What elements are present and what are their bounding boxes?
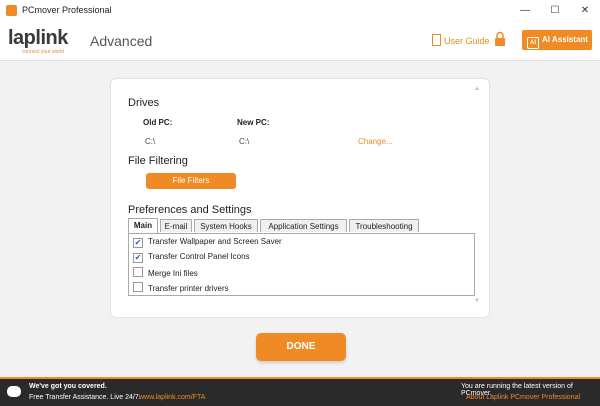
- old-pc-label: Old PC:: [143, 118, 173, 127]
- ai-assistant-label: AI Assistant: [542, 35, 588, 44]
- option-label: Merge Ini files: [148, 269, 198, 278]
- preferences-heading: Preferences and Settings: [128, 204, 252, 216]
- drives-heading: Drives: [128, 97, 160, 109]
- window-title: PCmover Professional: [22, 5, 112, 15]
- option-label: Transfer printer drivers: [148, 284, 229, 293]
- option-transfer-wallpaper[interactable]: ✔ Transfer Wallpaper and Screen Saver: [133, 237, 282, 248]
- title-bar: PCmover Professional — ☐ ✕: [0, 0, 600, 23]
- checkbox-printer-drivers[interactable]: [133, 282, 143, 292]
- fta-link[interactable]: www.laplink.com/FTA: [139, 394, 205, 401]
- option-merge-ini[interactable]: Merge Ini files: [133, 267, 198, 278]
- option-label: Transfer Wallpaper and Screen Saver: [148, 237, 282, 246]
- user-guide-link[interactable]: User Guide: [432, 34, 490, 46]
- laplink-logo: laplink connect your world: [8, 27, 68, 55]
- app-icon: [6, 5, 17, 16]
- footer-headline: We've got you covered.: [29, 383, 107, 390]
- ai-chip-icon: AI: [527, 37, 539, 49]
- page-title: Advanced: [90, 33, 153, 49]
- option-label: Transfer Control Panel Icons: [148, 252, 250, 261]
- minimize-button[interactable]: —: [516, 3, 534, 19]
- lock-icon[interactable]: [494, 31, 506, 47]
- checkbox-control-panel[interactable]: ✔: [133, 253, 143, 263]
- user-guide-label: User Guide: [444, 36, 490, 46]
- logo-text: laplink: [8, 27, 68, 49]
- change-drive-link[interactable]: Change...: [358, 137, 393, 146]
- footer-subline: Free Transfer Assistance. Live 24/7.: [29, 394, 141, 401]
- tab-troubleshooting[interactable]: Troubleshooting: [349, 219, 419, 232]
- about-link[interactable]: About Laplink PCmover Professional: [466, 394, 580, 401]
- logo-tagline: connect your world: [22, 49, 64, 55]
- close-button[interactable]: ✕: [576, 3, 594, 19]
- option-printer-drivers[interactable]: Transfer printer drivers: [133, 282, 229, 293]
- tab-system-hooks[interactable]: System Hooks: [194, 219, 258, 232]
- document-icon: [432, 34, 441, 46]
- new-pc-label: New PC:: [237, 118, 270, 127]
- tab-main[interactable]: Main: [128, 218, 158, 233]
- tab-application-settings[interactable]: Application Settings: [260, 219, 347, 232]
- new-pc-drive: C:\: [239, 137, 250, 146]
- checkbox-wallpaper[interactable]: ✔: [133, 238, 143, 248]
- option-transfer-control-panel[interactable]: ✔ Transfer Control Panel Icons: [133, 252, 250, 263]
- footer-bar: We've got you covered. Free Transfer Ass…: [0, 377, 600, 406]
- scroll-up-icon[interactable]: ▲: [474, 86, 480, 92]
- ai-assistant-button[interactable]: AI AI Assistant: [522, 30, 592, 50]
- file-filtering-heading: File Filtering: [128, 155, 188, 167]
- tab-email[interactable]: E-mail: [160, 219, 192, 232]
- done-button[interactable]: DONE: [256, 333, 346, 361]
- old-pc-drive: C:\: [145, 137, 156, 146]
- scroll-down-icon[interactable]: ▼: [474, 298, 480, 304]
- checkbox-merge-ini[interactable]: [133, 267, 143, 277]
- chat-bubble-icon: [7, 386, 21, 397]
- maximize-button[interactable]: ☐: [546, 3, 564, 19]
- file-filters-button[interactable]: File Filters: [146, 173, 236, 189]
- app-header: laplink connect your world Advanced User…: [0, 22, 600, 61]
